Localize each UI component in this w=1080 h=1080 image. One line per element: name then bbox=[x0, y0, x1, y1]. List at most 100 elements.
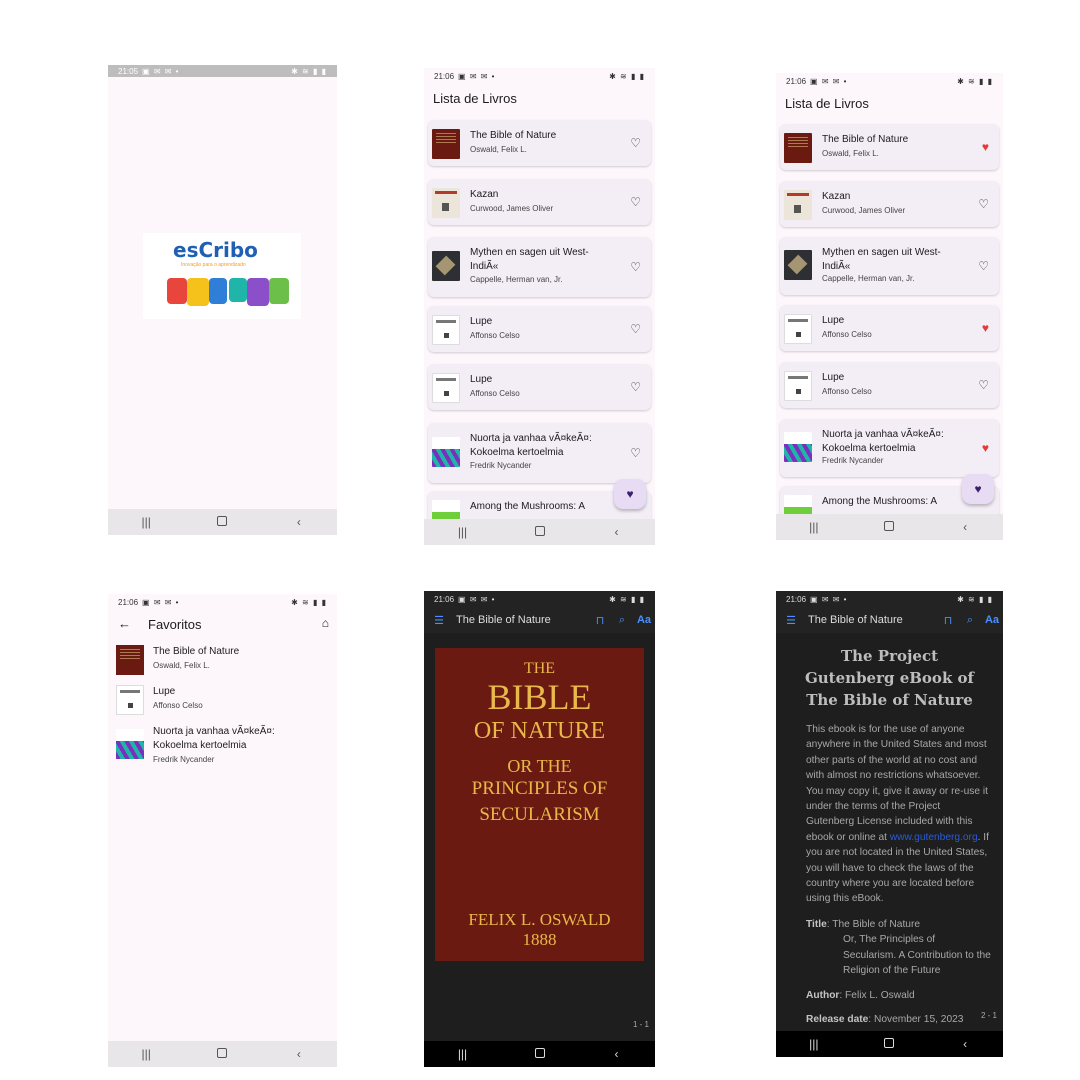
status-bar: 21:06 ▣ ✉ ✉ • ✱ ≋ ▮ ▮ bbox=[776, 73, 1003, 89]
back-arrow-icon[interactable]: ← bbox=[118, 616, 131, 631]
home-icon[interactable] bbox=[202, 1047, 242, 1061]
heart-outline-icon[interactable]: ♡ bbox=[630, 195, 641, 209]
book-card[interactable]: The Bible of Nature Oswald, Felix L. ♡ bbox=[428, 120, 651, 166]
home-icon[interactable] bbox=[520, 1047, 560, 1061]
heart-outline-icon[interactable]: ♡ bbox=[630, 136, 641, 150]
recents-icon[interactable]: ||| bbox=[443, 525, 483, 539]
heart-outline-icon[interactable]: ♡ bbox=[978, 259, 989, 273]
cover-line: OR THE bbox=[507, 756, 572, 776]
recents-icon[interactable]: ||| bbox=[794, 520, 834, 534]
back-icon[interactable]: ‹ bbox=[279, 515, 319, 529]
book-title: Nuorta ja vanhaa vÃ¤keÃ¤: Kokoelma kerto… bbox=[153, 726, 275, 751]
book-title: The Bible of Nature bbox=[153, 646, 240, 657]
book-cover bbox=[784, 190, 812, 220]
status-time: 21:06 bbox=[434, 594, 455, 604]
favorite-item[interactable]: Nuorta ja vanhaa vÃ¤keÃ¤: Kokoelma kerto… bbox=[116, 721, 329, 765]
book-card[interactable]: Nuorta ja vanhaa vÃ¤keÃ¤: Kokoelma kerto… bbox=[780, 419, 999, 477]
book-title: Nuorta ja vanhaa vÃ¤keÃ¤: Kokoelma kerto… bbox=[822, 429, 944, 454]
favorites-fab[interactable]: ♥ bbox=[962, 474, 994, 504]
heart-outline-icon[interactable]: ♡ bbox=[630, 380, 641, 394]
book-author: Affonso Celso bbox=[470, 389, 520, 398]
book-author: Affonso Celso bbox=[822, 387, 872, 396]
back-icon[interactable]: ‹ bbox=[945, 1037, 985, 1051]
book-card[interactable]: The Bible of Nature Oswald, Felix L. ♥ bbox=[780, 124, 999, 170]
back-icon[interactable]: ‹ bbox=[597, 525, 637, 539]
home-icon[interactable] bbox=[869, 520, 909, 534]
heart-filled-icon[interactable]: ♥ bbox=[982, 441, 989, 455]
font-size-icon[interactable]: Aa bbox=[633, 614, 655, 626]
page-indicator: 2 - 1 bbox=[980, 1011, 997, 1020]
logo-tagline: Inovação para o aprendizado bbox=[181, 262, 246, 268]
heart-outline-icon[interactable]: ♡ bbox=[978, 378, 989, 392]
status-notification-icons: ▣ ✉ ✉ • bbox=[458, 594, 496, 604]
logo-wordmark: esCribo bbox=[173, 238, 258, 262]
book-cover bbox=[432, 315, 460, 345]
book-author: Affonso Celso bbox=[153, 701, 203, 710]
heart-outline-icon[interactable]: ♡ bbox=[630, 260, 641, 274]
book-card[interactable]: Mythen en sagen uit West-IndiÃ« Cappelle… bbox=[428, 237, 651, 297]
status-notification-icons: ▣ ✉ ✉ • bbox=[142, 66, 180, 76]
metadata-release: Release date: November 15, 2023 bbox=[806, 1012, 991, 1027]
title-continuation: Or, The Principles of Secularism. A Cont… bbox=[843, 934, 991, 977]
reader-toolbar: ☰ The Bible of Nature ⊓ ⌕ Aa bbox=[776, 607, 1003, 633]
status-bar: 21:06 ▣ ✉ ✉ • ✱ ≋ ▮ ▮ bbox=[424, 591, 655, 607]
mascot-red bbox=[167, 278, 187, 304]
book-cover bbox=[784, 133, 812, 163]
book-card[interactable]: Lupe Affonso Celso ♡ bbox=[428, 364, 651, 410]
book-card[interactable]: Lupe Affonso Celso ♥ bbox=[780, 305, 999, 351]
book-card[interactable]: Mythen en sagen uit West-IndiÃ« Cappelle… bbox=[780, 237, 999, 295]
book-card[interactable]: Nuorta ja vanhaa vÃ¤keÃ¤: Kokoelma kerto… bbox=[428, 423, 651, 483]
cover-line: PRINCIPLES OF bbox=[471, 778, 608, 799]
mascot-purple bbox=[247, 278, 269, 306]
heart-outline-icon[interactable]: ♡ bbox=[978, 197, 989, 211]
heart-outline-icon[interactable]: ♡ bbox=[630, 446, 641, 460]
screen-splash: 21:05 ▣ ✉ ✉ • ✱ ≋ ▮ ▮ esCribo Inovação p… bbox=[108, 65, 337, 535]
home-icon[interactable] bbox=[869, 1037, 909, 1051]
book-title: The Bible of Nature bbox=[470, 130, 557, 141]
back-icon[interactable]: ‹ bbox=[597, 1047, 637, 1061]
search-icon[interactable]: ⌕ bbox=[959, 614, 981, 627]
heart-outline-icon[interactable]: ♡ bbox=[630, 322, 641, 336]
book-card[interactable]: Lupe Affonso Celso ♡ bbox=[428, 306, 651, 352]
book-cover bbox=[784, 250, 812, 280]
home-icon[interactable]: ⌂ bbox=[322, 616, 329, 630]
book-author: Curwood, James Oliver bbox=[470, 204, 554, 213]
status-notification-icons: ▣ ✉ ✉ • bbox=[142, 597, 180, 607]
recents-icon[interactable]: ||| bbox=[443, 1047, 483, 1061]
back-icon[interactable]: ‹ bbox=[945, 520, 985, 534]
page-title: Lista de Livros bbox=[433, 91, 517, 106]
gutenberg-link[interactable]: www.gutenberg.org bbox=[890, 832, 978, 843]
book-title: Among the Mushrooms: A bbox=[470, 501, 586, 512]
recents-icon[interactable]: ||| bbox=[794, 1037, 834, 1051]
book-card[interactable]: Kazan Curwood, James Oliver ♡ bbox=[780, 181, 999, 227]
release-label: Release date bbox=[806, 1014, 869, 1025]
search-icon[interactable]: ⌕ bbox=[611, 614, 633, 627]
escribo-logo: esCribo Inovação para o aprendizado bbox=[143, 233, 301, 319]
back-icon[interactable]: ‹ bbox=[279, 1047, 319, 1061]
favorite-item[interactable]: Lupe Affonso Celso bbox=[116, 681, 329, 721]
screen-reader-text: 21:06 ▣ ✉ ✉ • ✱ ≋ ▮ ▮ ☰ The Bible of Nat… bbox=[776, 591, 1003, 1057]
recents-icon[interactable]: ||| bbox=[126, 515, 166, 529]
heart-filled-icon[interactable]: ♥ bbox=[982, 321, 989, 335]
mascot-teal bbox=[229, 278, 247, 302]
status-time: 21:06 bbox=[434, 71, 455, 81]
bookmark-icon[interactable]: ⊓ bbox=[589, 614, 611, 627]
menu-icon[interactable]: ☰ bbox=[780, 614, 802, 627]
system-nav-bar: ||| ‹ bbox=[108, 509, 337, 535]
home-icon[interactable] bbox=[202, 515, 242, 529]
screen-favorites: 21:06 ▣ ✉ ✉ • ✱ ≋ ▮ ▮ ← Favoritos ⌂ The … bbox=[108, 594, 337, 1067]
font-size-icon[interactable]: Aa bbox=[981, 614, 1003, 626]
heart-filled-icon[interactable]: ♥ bbox=[982, 140, 989, 154]
favorite-item[interactable]: The Bible of Nature Oswald, Felix L. bbox=[116, 641, 329, 681]
recents-icon[interactable]: ||| bbox=[126, 1047, 166, 1061]
heart-filled-icon: ♥ bbox=[626, 487, 634, 501]
home-icon[interactable] bbox=[520, 525, 560, 539]
cover-author: FELIX L. OSWALD bbox=[468, 910, 611, 929]
system-nav-bar: ||| ‹ bbox=[424, 519, 655, 545]
bookmark-icon[interactable]: ⊓ bbox=[937, 614, 959, 627]
book-card[interactable]: Lupe Affonso Celso ♡ bbox=[780, 362, 999, 408]
status-time: 21:06 bbox=[786, 76, 807, 86]
book-card[interactable]: Kazan Curwood, James Oliver ♡ bbox=[428, 179, 651, 225]
menu-icon[interactable]: ☰ bbox=[428, 614, 450, 627]
favorites-fab[interactable]: ♥ bbox=[614, 479, 646, 509]
